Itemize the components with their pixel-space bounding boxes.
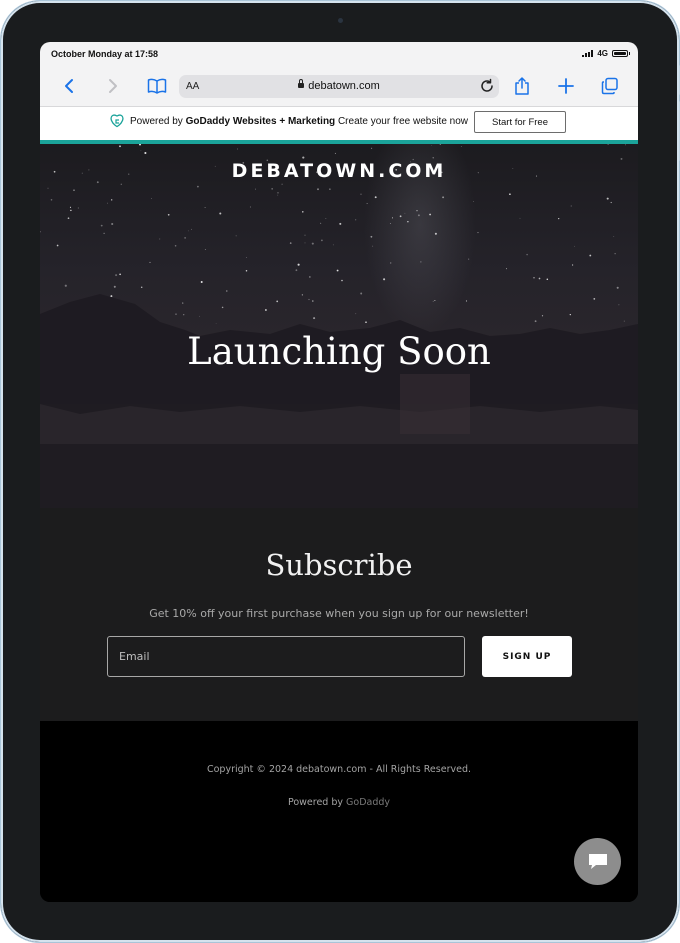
footer: Copyright © 2024 debatown.com - All Righ… xyxy=(40,721,638,902)
godaddy-banner: Powered by GoDaddy Websites + Marketing … xyxy=(40,107,638,144)
back-button[interactable] xyxy=(57,74,81,98)
email-input[interactable] xyxy=(108,637,464,676)
hero-section: DEBATOWN.COM Launching Soon xyxy=(40,144,638,508)
chevron-right-icon xyxy=(109,79,117,93)
new-tab-button[interactable] xyxy=(554,74,578,98)
tabs-icon xyxy=(601,77,618,95)
tabs-button[interactable] xyxy=(598,74,622,98)
screen: October Monday at 17:58 4G AA debatown.c… xyxy=(40,42,638,902)
banner-tagline: Create your free website now xyxy=(337,115,469,127)
godaddy-logo-icon xyxy=(110,114,124,128)
chat-bubble-icon xyxy=(588,853,607,869)
banner-brand: GoDaddy Websites + Marketing xyxy=(185,115,336,127)
banner-powered-prefix: Powered by xyxy=(130,115,183,127)
url-text: debatown.com xyxy=(308,80,380,92)
reload-icon xyxy=(481,78,493,92)
browser-toolbar: AA debatown.com xyxy=(40,66,638,107)
subscribe-text: Get 10% off your first purchase when you… xyxy=(149,607,529,620)
copyright-text: Copyright © 2024 debatown.com - All Righ… xyxy=(206,764,471,775)
sign-up-button[interactable]: SIGN UP xyxy=(482,636,572,677)
bookmarks-button[interactable] xyxy=(145,74,169,98)
book-icon xyxy=(147,78,167,94)
powered-by: Powered by GoDaddy xyxy=(40,797,638,808)
address-bar[interactable]: AA debatown.com xyxy=(179,75,499,98)
share-button[interactable] xyxy=(510,74,534,98)
reload-button[interactable] xyxy=(479,78,495,99)
forward-button[interactable] xyxy=(101,74,125,98)
status-indicators: 4G xyxy=(582,49,630,58)
night-sky-background xyxy=(40,144,638,508)
url-display: debatown.com xyxy=(179,79,499,92)
powered-prefix: Powered by xyxy=(287,797,344,808)
subscribe-title: Subscribe xyxy=(265,548,413,582)
site-name[interactable]: DEBATOWN.COM xyxy=(40,160,638,182)
plus-icon xyxy=(558,78,574,94)
subscribe-section: Subscribe Get 10% off your first purchas… xyxy=(40,508,638,721)
chat-button[interactable] xyxy=(574,838,621,885)
signal-icon xyxy=(582,50,594,57)
status-bar: October Monday at 17:58 4G xyxy=(40,42,638,66)
battery-icon xyxy=(612,50,630,57)
front-camera xyxy=(338,18,343,23)
banner-text: Powered by GoDaddy Websites + Marketing … xyxy=(110,114,468,128)
start-for-free-button[interactable]: Start for Free xyxy=(474,111,566,133)
status-time: October Monday at 17:58 xyxy=(51,49,159,59)
chevron-left-icon xyxy=(65,79,73,93)
share-icon xyxy=(515,77,529,95)
hero-title: Launching Soon xyxy=(187,330,491,373)
email-field[interactable] xyxy=(107,636,465,677)
lock-icon xyxy=(298,79,305,88)
godaddy-link[interactable]: GoDaddy xyxy=(346,797,390,808)
banner-message: Powered by GoDaddy Websites + Marketing … xyxy=(130,116,468,127)
network-label: 4G xyxy=(597,49,608,58)
